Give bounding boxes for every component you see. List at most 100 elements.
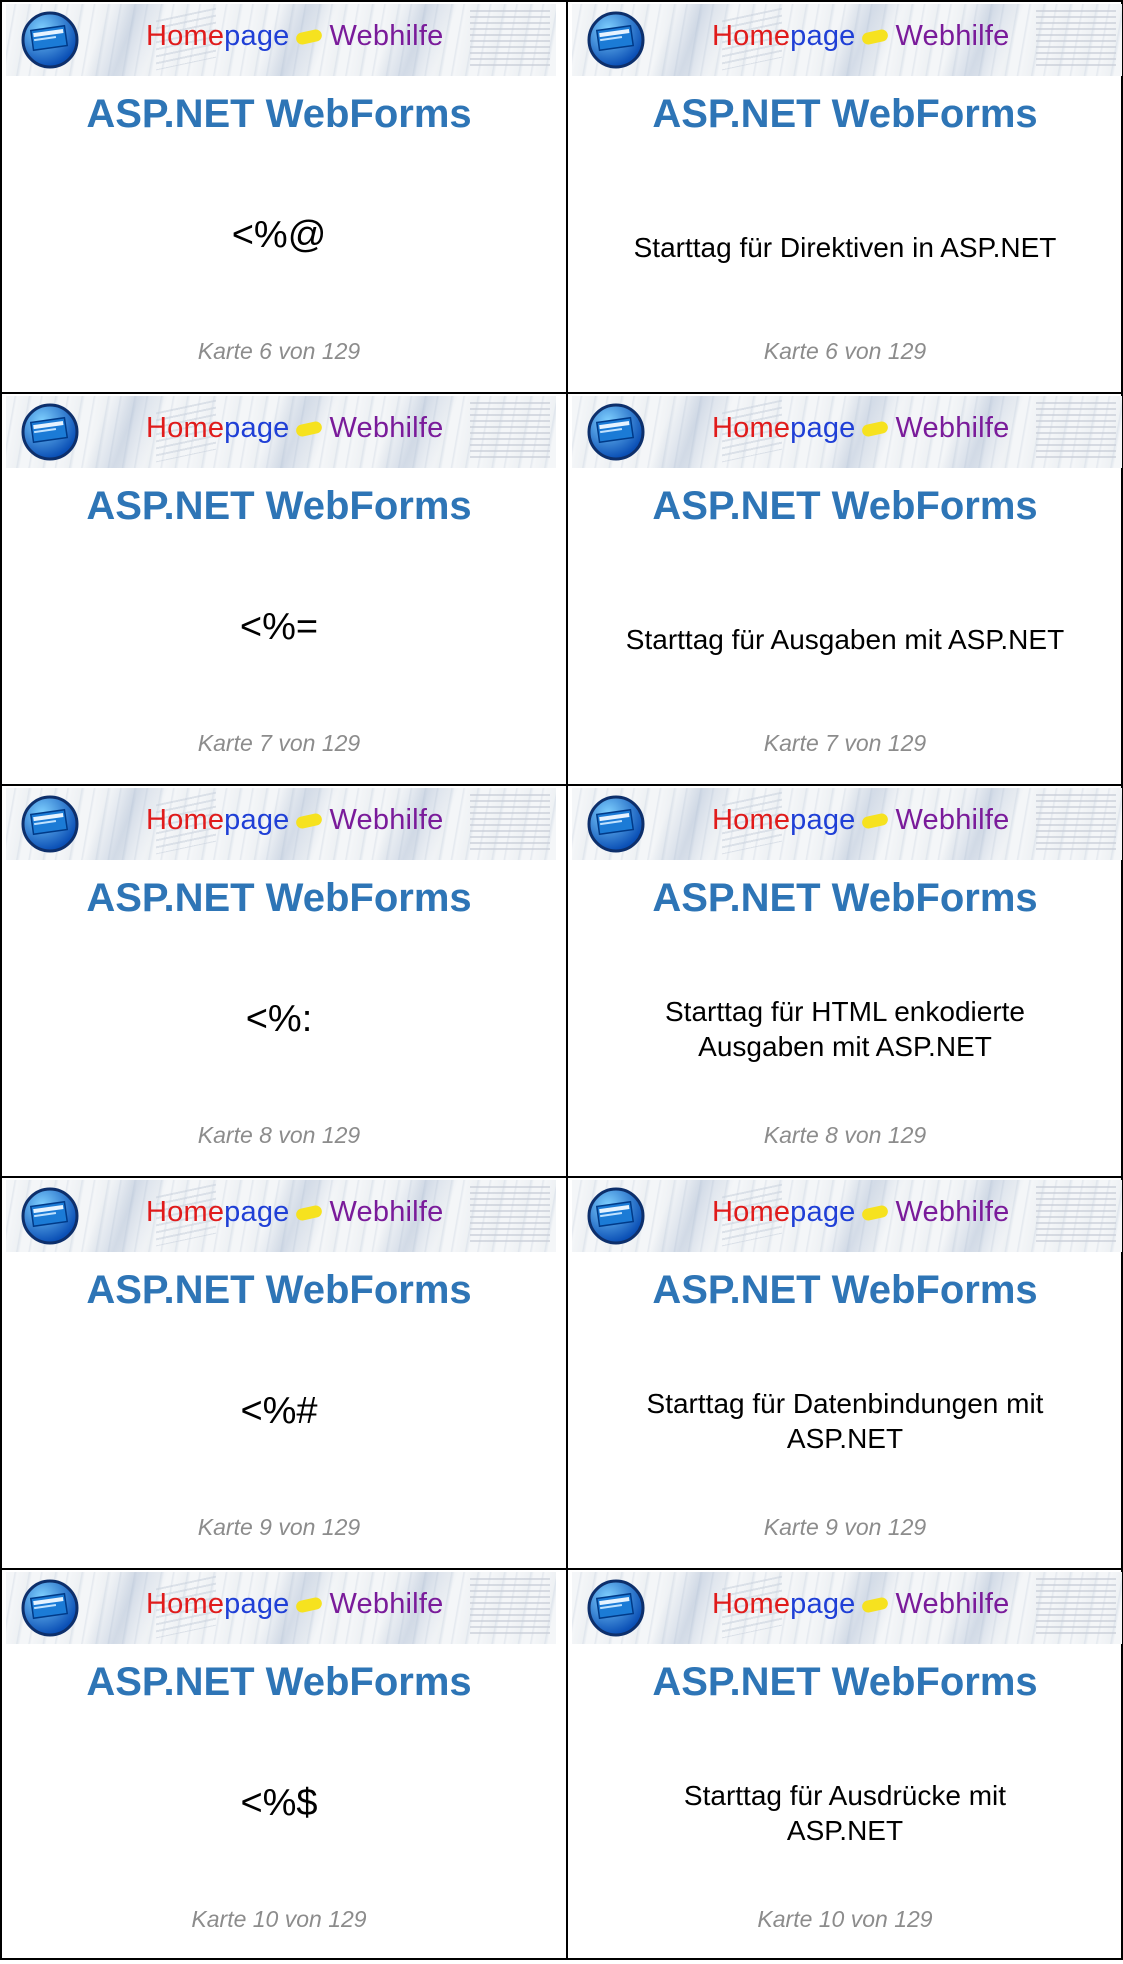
hand-pointer-icon (294, 812, 323, 830)
brand-page-text: page (224, 804, 290, 836)
card-front: Homepage Webhilfe ASP.NET WebForms <%@ Ka… (2, 2, 556, 382)
brand-home-text: Home (146, 412, 225, 444)
site-banner: Homepage Webhilfe (6, 4, 556, 76)
brand-page-text: page (224, 412, 290, 444)
brand-web-text: Webhilfe (329, 804, 444, 836)
card-front-symbol: <%@ (231, 214, 327, 256)
card-front: Homepage Webhilfe ASP.NET WebForms <%= Ka… (2, 394, 556, 774)
card-back-line: Starttag für Datenbindungen mit (646, 1388, 1044, 1419)
brand-web-text: Webhilfe (329, 1196, 444, 1228)
brand-home-text: Home (146, 1196, 225, 1228)
brand-logo: Homepage Webhilfe (146, 1588, 443, 1621)
hand-pointer-icon (294, 1596, 323, 1614)
brand-page-text: page (790, 804, 856, 836)
brand-page-text: page (790, 412, 856, 444)
card-title: ASP.NET WebForms (86, 1268, 472, 1312)
site-banner: Homepage Webhilfe (572, 1180, 1122, 1252)
brand-home-text: Home (712, 804, 791, 836)
card-back-line: Starttag für Ausdrücke mit (683, 1780, 1007, 1811)
card-title: ASP.NET WebForms (652, 92, 1038, 136)
brand-web-text: Webhilfe (329, 1588, 444, 1620)
brand-home-text: Home (712, 412, 791, 444)
globe-icon (587, 795, 645, 853)
card-title: ASP.NET WebForms (652, 1268, 1038, 1312)
globe-icon (587, 1579, 645, 1637)
hand-pointer-icon (860, 28, 889, 46)
card-counter: Karte 9 von 129 (197, 1514, 361, 1540)
globe-icon (21, 11, 79, 69)
card-counter: Karte 9 von 129 (763, 1514, 927, 1540)
card-counter: Karte 10 von 129 (191, 1906, 367, 1932)
site-banner: Homepage Webhilfe (6, 788, 556, 860)
brand-home-text: Home (146, 20, 225, 52)
card-back: Homepage Webhilfe ASP.NET WebForms Startt… (568, 2, 1122, 382)
card-back: Homepage Webhilfe ASP.NET WebForms Startt… (568, 1178, 1122, 1558)
globe-icon (587, 1187, 645, 1245)
brand-logo: Homepage Webhilfe (712, 1196, 1009, 1229)
card-counter: Karte 10 von 129 (757, 1906, 933, 1932)
card-back: Homepage Webhilfe ASP.NET WebForms Startt… (568, 786, 1122, 1166)
brand-logo: Homepage Webhilfe (146, 20, 443, 53)
brand-page-text: page (224, 20, 290, 52)
hand-pointer-icon (860, 812, 889, 830)
site-banner: Homepage Webhilfe (6, 1572, 556, 1644)
card-title: ASP.NET WebForms (652, 1660, 1038, 1704)
card-back-description: Starttag für Direktiven in ASP.NET (633, 232, 1057, 263)
brand-web-text: Webhilfe (895, 804, 1010, 836)
brand-home-text: Home (146, 804, 225, 836)
brand-logo: Homepage Webhilfe (146, 1196, 443, 1229)
brand-web-text: Webhilfe (329, 412, 444, 444)
site-banner: Homepage Webhilfe (6, 396, 556, 468)
brand-web-text: Webhilfe (895, 20, 1010, 52)
brand-logo: Homepage Webhilfe (146, 412, 443, 445)
brand-page-text: page (224, 1196, 290, 1228)
card-title: ASP.NET WebForms (86, 1660, 472, 1704)
card-back-description: Starttag für Datenbindungen mit ASP.NET (598, 1386, 1092, 1456)
brand-page-text: page (224, 1588, 290, 1620)
brand-logo: Homepage Webhilfe (712, 804, 1009, 837)
card-back-description: Starttag für HTML enkodierte Ausgaben mi… (598, 994, 1092, 1064)
card-title: ASP.NET WebForms (86, 484, 472, 528)
site-banner: Homepage Webhilfe (6, 1180, 556, 1252)
card-title: ASP.NET WebForms (652, 484, 1038, 528)
card-counter: Karte 7 von 129 (197, 730, 361, 756)
site-banner: Homepage Webhilfe (572, 4, 1122, 76)
card-front-symbol: <%: (245, 998, 313, 1040)
card-front: Homepage Webhilfe ASP.NET WebForms <%$ Ka… (2, 1570, 556, 1950)
card-title: ASP.NET WebForms (86, 92, 472, 136)
card-back-description: Starttag für Ausdrücke mit ASP.NET (598, 1778, 1092, 1848)
brand-home-text: Home (712, 1588, 791, 1620)
card-counter: Karte 8 von 129 (763, 1122, 927, 1148)
card-front: Homepage Webhilfe ASP.NET WebForms <%# Ka… (2, 1178, 556, 1558)
card-counter: Karte 7 von 129 (763, 730, 927, 756)
hand-pointer-icon (294, 420, 323, 438)
hand-pointer-icon (860, 420, 889, 438)
site-banner: Homepage Webhilfe (572, 788, 1122, 860)
brand-home-text: Home (712, 20, 791, 52)
card-back: Homepage Webhilfe ASP.NET WebForms Startt… (568, 1570, 1122, 1950)
brand-page-text: page (790, 1196, 856, 1228)
card-title: ASP.NET WebForms (652, 876, 1038, 920)
card-front-symbol: <%= (239, 606, 319, 648)
brand-logo: Homepage Webhilfe (712, 412, 1009, 445)
card-front-symbol: <%# (240, 1390, 318, 1432)
card-back-line: ASP.NET (786, 1423, 904, 1454)
brand-web-text: Webhilfe (329, 20, 444, 52)
card-back-line: Ausgaben mit ASP.NET (698, 1031, 992, 1062)
globe-icon (21, 1579, 79, 1637)
card-counter: Karte 8 von 129 (197, 1122, 361, 1148)
globe-icon (587, 403, 645, 461)
brand-page-text: page (790, 1588, 856, 1620)
globe-icon (21, 403, 79, 461)
card-counter: Karte 6 von 129 (197, 338, 361, 364)
hand-pointer-icon (294, 1204, 323, 1222)
brand-home-text: Home (146, 1588, 225, 1620)
globe-icon (21, 795, 79, 853)
card-title: ASP.NET WebForms (86, 876, 472, 920)
brand-web-text: Webhilfe (895, 1196, 1010, 1228)
brand-logo: Homepage Webhilfe (712, 1588, 1009, 1621)
brand-home-text: Home (712, 1196, 791, 1228)
hand-pointer-icon (860, 1596, 889, 1614)
card-front-symbol: <%$ (240, 1782, 318, 1824)
card-back: Homepage Webhilfe ASP.NET WebForms Startt… (568, 394, 1122, 774)
